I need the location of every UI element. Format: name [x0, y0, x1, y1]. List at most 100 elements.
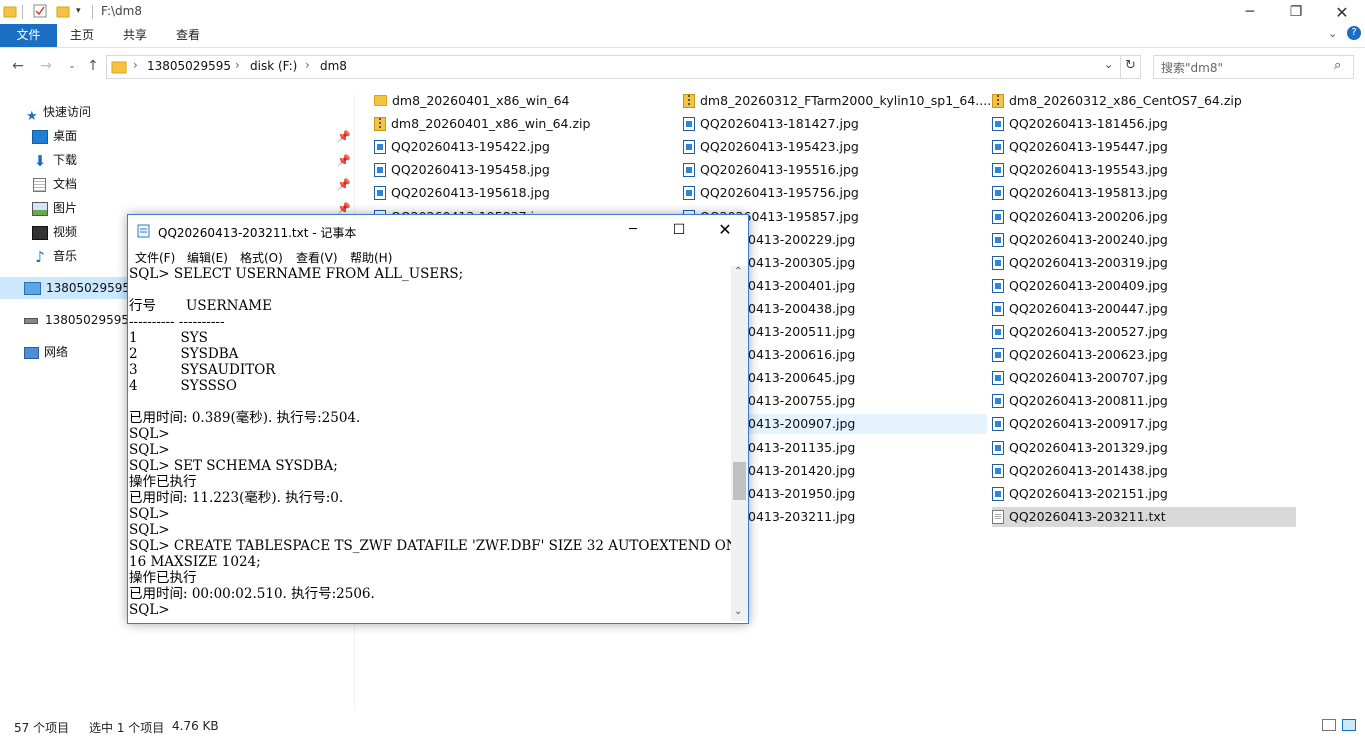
tab-share[interactable]: 共享 — [115, 24, 155, 47]
expand-ribbon-icon[interactable]: ⌄ — [1328, 27, 1337, 40]
file-item[interactable]: 0413-200438.jpg — [748, 299, 987, 319]
file-item[interactable]: QQ20260413-181456.jpg — [992, 114, 1296, 134]
refresh-icon[interactable]: ↻ — [1125, 58, 1136, 73]
file-item[interactable]: QQ20260413-195516.jpg — [683, 160, 987, 180]
file-item[interactable]: 0413-201420.jpg — [748, 461, 987, 481]
file-item[interactable]: QQ20260413-195543.jpg — [992, 160, 1296, 180]
notepad-close-button[interactable]: ✕ — [708, 219, 742, 241]
file-item[interactable]: 0413-200511.jpg — [748, 322, 987, 342]
file-item[interactable]: 0413-200616.jpg — [748, 345, 987, 365]
file-item[interactable]: QQ20260413-195447.jpg — [992, 137, 1296, 157]
notepad-scrollbar[interactable]: ⌃ ⌄ — [731, 266, 748, 621]
chevron-right-icon[interactable]: › — [235, 58, 240, 72]
properties-icon[interactable] — [33, 4, 47, 18]
file-item[interactable]: QQ20260413-195458.jpg — [374, 160, 674, 180]
sidebar-item-drive[interactable]: 13805029595 — [24, 309, 129, 331]
file-item[interactable]: QQ20260413-200206.jpg — [992, 207, 1296, 227]
file-item[interactable]: QQ20260413-203211.txt — [992, 507, 1296, 527]
search-icon[interactable]: ⌕ — [1334, 58, 1341, 73]
breadcrumb-folder[interactable]: dm8 — [320, 59, 347, 73]
file-item[interactable]: QQ20260413-202151.jpg — [992, 484, 1296, 504]
file-item[interactable]: 0413-201135.jpg — [748, 438, 987, 458]
file-item[interactable]: QQ20260413-200409.jpg — [992, 276, 1296, 296]
scroll-down-icon[interactable]: ⌄ — [734, 606, 742, 617]
sidebar-item-desktop[interactable]: 桌面 — [32, 125, 77, 147]
sidebar-item-network[interactable]: 网络 — [24, 341, 68, 363]
notepad-minimize-button[interactable]: ─ — [616, 219, 650, 241]
notepad-window[interactable]: QQ20260413-203211.txt - 记事本 ─ ☐ ✕ 文件(F) … — [127, 214, 749, 624]
chevron-right-icon[interactable]: › — [305, 58, 310, 72]
file-item[interactable]: 0413-200907.jpg — [748, 414, 987, 434]
pin-icon[interactable]: 📌 — [337, 154, 351, 167]
tab-home[interactable]: 主页 — [62, 24, 102, 47]
file-item[interactable]: dm8_20260312_x86_CentOS7_64.zip — [992, 91, 1296, 111]
tab-view[interactable]: 查看 — [168, 24, 208, 47]
file-item[interactable]: QQ20260413-201438.jpg — [992, 461, 1296, 481]
file-item[interactable]: 0413-200401.jpg — [748, 276, 987, 296]
file-item[interactable]: QQ20260413-200527.jpg — [992, 322, 1296, 342]
file-item[interactable]: dm8_20260401_x86_win_64 — [374, 91, 674, 111]
notepad-titlebar[interactable]: QQ20260413-203211.txt - 记事本 ─ ☐ ✕ — [128, 215, 748, 246]
file-item[interactable]: QQ20260413-200811.jpg — [992, 391, 1296, 411]
scroll-up-icon[interactable]: ⌃ — [734, 266, 742, 277]
sidebar-item-downloads[interactable]: ⬇ 下载 — [32, 149, 77, 171]
tab-file[interactable]: 文件 — [0, 24, 57, 47]
sidebar-item-pictures[interactable]: 图片 — [32, 197, 77, 219]
sidebar-item-documents[interactable]: 文档 — [32, 173, 77, 195]
file-item[interactable]: QQ20260413-200319.jpg — [992, 253, 1296, 273]
file-item[interactable]: dm8_20260401_x86_win_64.zip — [374, 114, 674, 134]
file-item[interactable]: dm8_20260312_FTarm2000_kylin10_sp1_64...… — [683, 91, 991, 111]
up-button[interactable]: ↑ — [85, 57, 101, 75]
pin-icon[interactable]: 📌 — [337, 130, 351, 143]
maximize-button[interactable]: ❐ — [1273, 0, 1319, 24]
image-file-icon — [992, 370, 1004, 385]
file-item[interactable]: QQ20260413-200623.jpg — [992, 345, 1296, 365]
search-input[interactable]: 搜索"dm8" ⌕ — [1153, 55, 1354, 79]
address-dropdown-icon[interactable]: ⌄ — [1104, 58, 1113, 71]
menu-help[interactable]: 帮助(H) — [350, 249, 392, 266]
breadcrumb-drive[interactable]: disk (F:) — [250, 59, 297, 73]
help-icon[interactable]: ? — [1347, 26, 1361, 40]
file-item[interactable]: QQ20260413-200240.jpg — [992, 230, 1296, 250]
notepad-maximize-button[interactable]: ☐ — [662, 219, 696, 241]
chevron-right-icon[interactable]: › — [133, 58, 138, 72]
menu-edit[interactable]: 编辑(E) — [187, 249, 228, 266]
address-bar[interactable]: › 13805029595 › disk (F:) › dm8 ⌄ ↻ — [106, 55, 1141, 79]
file-item[interactable]: QQ20260413-200447.jpg — [992, 299, 1296, 319]
file-item[interactable]: 0413-200755.jpg — [748, 391, 987, 411]
file-item[interactable]: QQ20260413-195618.jpg — [374, 183, 674, 203]
menu-format[interactable]: 格式(O) — [240, 249, 283, 266]
close-button[interactable]: ✕ — [1319, 0, 1365, 24]
file-item[interactable]: QQ20260413-195756.jpg — [683, 183, 987, 203]
details-view-icon[interactable] — [1322, 719, 1336, 731]
file-item[interactable]: 0413-200229.jpg — [748, 230, 987, 250]
notepad-text-area[interactable]: SQL> SELECT USERNAME FROM ALL_USERS; 行号 U… — [129, 266, 731, 621]
minimize-button[interactable]: ─ — [1227, 0, 1273, 24]
scrollbar-thumb[interactable] — [733, 462, 746, 500]
file-item[interactable]: QQ20260413-200707.jpg — [992, 368, 1296, 388]
recent-locations-icon[interactable]: ⌄ — [64, 57, 80, 75]
file-item[interactable]: QQ20260413-200917.jpg — [992, 414, 1296, 434]
back-button[interactable]: ← — [10, 57, 26, 75]
breadcrumb-pc[interactable]: 13805029595 — [147, 59, 231, 73]
forward-button[interactable]: → — [38, 57, 54, 75]
file-item[interactable]: 0413-203211.jpg — [748, 507, 987, 527]
chevron-down-icon[interactable]: ▾ — [76, 6, 90, 20]
new-folder-icon[interactable] — [56, 4, 70, 18]
large-icons-view-icon[interactable] — [1342, 719, 1356, 731]
file-item[interactable]: 0413-200645.jpg — [748, 368, 987, 388]
menu-file[interactable]: 文件(F) — [135, 249, 175, 266]
sidebar-item-music[interactable]: ♪ 音乐 — [32, 245, 77, 267]
file-item[interactable]: 0413-200305.jpg — [748, 253, 987, 273]
file-name: QQ20260413-200409.jpg — [1009, 278, 1168, 293]
quick-access[interactable]: ★ 快速访问 — [26, 101, 91, 124]
file-item[interactable]: QQ20260413-195813.jpg — [992, 183, 1296, 203]
file-item[interactable]: QQ20260413-195422.jpg — [374, 137, 674, 157]
pin-icon[interactable]: 📌 — [337, 178, 351, 191]
file-item[interactable]: 0413-201950.jpg — [748, 484, 987, 504]
sidebar-item-videos[interactable]: 视频 — [32, 221, 77, 243]
file-item[interactable]: QQ20260413-201329.jpg — [992, 438, 1296, 458]
file-item[interactable]: QQ20260413-181427.jpg — [683, 114, 987, 134]
file-item[interactable]: QQ20260413-195423.jpg — [683, 137, 987, 157]
menu-view[interactable]: 查看(V) — [296, 249, 338, 266]
